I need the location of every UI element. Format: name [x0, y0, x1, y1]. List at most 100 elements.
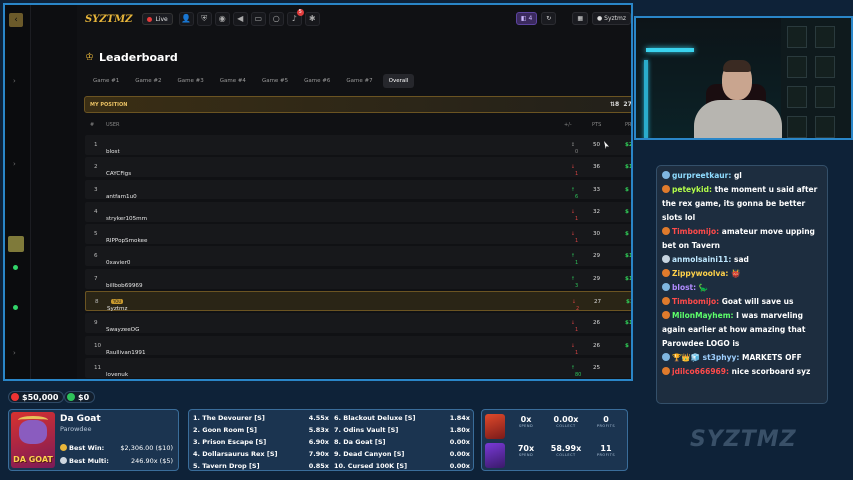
tab-game-6[interactable]: Game #6: [298, 74, 336, 88]
chat-username[interactable]: blost:: [672, 283, 696, 292]
tab-game-3[interactable]: Game #3: [171, 74, 209, 88]
chat-username[interactable]: gurpreetkaur:: [672, 171, 731, 180]
balance-primary: $50,000: [8, 391, 65, 403]
row-points: 50: [593, 142, 601, 148]
chat-username[interactable]: 🏆👑🧊 st3phyy:: [672, 353, 739, 362]
top-bar: SYZTMZ Live 👤 ⛨ ◉ ◀ ▭ ○ ♪ 5 ✱ ◧ 4 ↻ ▦ ● S…: [77, 5, 631, 33]
chat-badge-icon: [662, 367, 670, 375]
chat-username[interactable]: Timbomijo:: [672, 227, 719, 236]
list-item: 9. Dead Canyon [S] 0.00x: [334, 448, 470, 460]
chevron-icon[interactable]: ›: [13, 77, 16, 85]
site-logo[interactable]: SYZTMZ: [85, 14, 132, 25]
table-row[interactable]: 4 stryker105mm ↓ 1 32 $: [85, 201, 631, 222]
row-rank: 9: [94, 320, 98, 327]
best-multi-value: 246.90x ($5): [131, 457, 173, 465]
game-multi: 4.55x: [308, 414, 329, 422]
row-prize: $: [625, 208, 629, 215]
slot-provider: Parowdee: [60, 425, 92, 433]
multiplier-icon: [60, 457, 67, 464]
table-row[interactable]: 2 CAYCFigs ↓ 1 36 $1: [85, 157, 631, 177]
col-points: PTS: [592, 122, 602, 128]
game-multi: 1.80x: [449, 426, 470, 434]
table-row[interactable]: 8 SyztmzYOU ↓ 2 27 $1: [85, 291, 631, 312]
row-prize: $: [625, 342, 629, 349]
chat-username[interactable]: anmolsaini11:: [672, 255, 731, 264]
stat-collect: 0.00x COLLECT: [553, 415, 579, 428]
list-item: 3. Prison Escape [S] 6.90x: [193, 436, 329, 448]
online-dot-icon: [13, 305, 18, 310]
row-points: 29: [593, 275, 601, 282]
refresh-icon[interactable]: ↻: [541, 12, 557, 25]
row-points: 26: [593, 320, 601, 327]
table-row[interactable]: 9 SwayzeeOG ↓ 1 26 $1: [85, 313, 631, 333]
coin-icon: [67, 393, 75, 401]
table-row[interactable]: 1 blost ↕ 0 50 $2: [85, 135, 631, 155]
game-name: 10. Cursed 100K [S]: [334, 462, 408, 470]
collapse-toggle-icon[interactable]: ‹: [9, 13, 23, 27]
list-item: 8. Da Goat [S] 0.00x: [334, 436, 470, 448]
chat-text: 🦕: [696, 283, 709, 292]
streamer-hair: [723, 60, 751, 72]
grid-icon[interactable]: ▦: [572, 12, 588, 25]
tab-game-2[interactable]: Game #2: [129, 74, 167, 88]
chat-panel: gurpreetkaur: gl peteykid: the moment u s…: [656, 165, 828, 404]
trophy-icon: [60, 444, 67, 451]
list-item: 2. Goon Room [S] 5.83x: [193, 424, 329, 436]
tab-overall[interactable]: Overall: [382, 74, 415, 88]
circle-icon[interactable]: ○: [268, 12, 284, 26]
row-points: 30: [593, 231, 601, 238]
table-row[interactable]: 5 RIPPopSmokee ↓ 1 30 $: [85, 224, 631, 244]
chevron-icon[interactable]: ›: [13, 160, 16, 168]
table-row[interactable]: 7 billbob69969 ↑ 3 29 $1: [85, 268, 633, 289]
chat-text: MARKETS OFF: [739, 353, 802, 362]
online-dot-icon: [13, 265, 18, 270]
row-prize: $1: [625, 275, 633, 282]
slot-art: DA GOAT: [11, 412, 55, 468]
chat-icon[interactable]: ▭: [250, 12, 266, 26]
col-rank: #: [90, 122, 95, 128]
game-tabs: Game #1 Game #2 Game #3 Game #4 Game #5 Game …: [87, 74, 415, 88]
currency-chip[interactable]: ◧ 4: [515, 12, 538, 25]
chat-text: Goat will save us: [719, 297, 794, 306]
user-menu[interactable]: ● Syztmz: [591, 12, 631, 25]
neon-light: [644, 60, 648, 138]
tab-game-5[interactable]: Game #5: [256, 74, 294, 88]
shield-icon[interactable]: ⛨: [196, 12, 212, 26]
row-rank: 8: [95, 299, 99, 306]
live-badge[interactable]: Live: [142, 13, 173, 25]
active-app-icon[interactable]: [8, 236, 24, 252]
row-points: 29: [593, 253, 601, 260]
list-item: 7. Odins Vault [S] 1.80x: [334, 424, 470, 436]
tab-game-4[interactable]: Game #4: [214, 74, 252, 88]
game-controller-icon[interactable]: ◉: [214, 12, 230, 26]
table-row[interactable]: 10 Rsullivan1991 ↓ 1 26 $: [85, 335, 631, 356]
divider: [560, 12, 568, 25]
user-icon[interactable]: 👤: [178, 12, 194, 26]
chat-username[interactable]: MilonMayhem:: [672, 311, 734, 320]
row-rank: 7: [94, 275, 98, 282]
megaphone-icon[interactable]: ◀: [232, 12, 248, 26]
settings-icon[interactable]: ✱: [304, 12, 320, 26]
game-multi: 0.85x: [308, 462, 329, 470]
tab-game-7[interactable]: Game #7: [340, 74, 378, 88]
col-prize: PRI: [625, 122, 633, 128]
row-delta: ↓ 1: [570, 208, 579, 222]
table-header: # USER +/- PTS PRI: [85, 122, 633, 130]
chat-message: anmolsaini11: sad: [662, 253, 822, 267]
table-row[interactable]: 3 antfam1u0 ↑ 6 33 $: [85, 179, 631, 200]
best-win-value: $2,306.00 ($10): [120, 444, 173, 452]
chevron-icon[interactable]: ›: [13, 349, 16, 357]
chat-username[interactable]: jdilco666969:: [672, 367, 729, 376]
chat-username[interactable]: Zippywoolva:: [672, 269, 728, 278]
chat-message: Timbomijo: amateur move upping bet on Ta…: [662, 225, 822, 253]
game-multi: 0.00x: [449, 462, 470, 470]
tab-game-1[interactable]: Game #1: [87, 74, 125, 88]
chat-username[interactable]: peteykid:: [672, 185, 712, 194]
chat-message: 🏆👑🧊 st3phyy: MARKETS OFF: [662, 351, 822, 365]
bell-icon[interactable]: ♪ 5: [286, 9, 304, 26]
table-row[interactable]: 11 lovenuk ↑ 80 25: [85, 357, 631, 378]
row-points: 36: [593, 164, 601, 171]
chat-badge-icon: [662, 283, 670, 291]
chat-username[interactable]: Timbomijo:: [672, 297, 719, 306]
table-row[interactable]: 6 0xavier0 ↑ 1 29 $1: [85, 246, 631, 266]
